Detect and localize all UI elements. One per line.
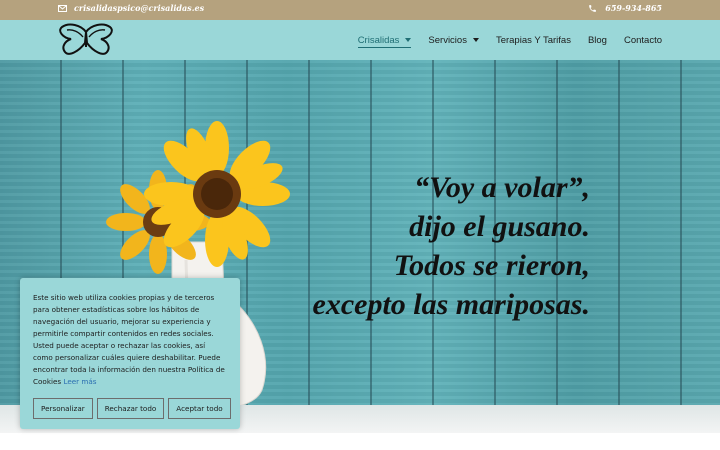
cookie-reject-button[interactable]: Rechazar todo [96, 398, 165, 419]
contact-phone[interactable]: 659-934-865 [588, 3, 662, 13]
cookie-buttons: Personalizar Rechazar todo Aceptar todo [33, 398, 231, 419]
cookie-customize-button[interactable]: Personalizar [33, 398, 93, 419]
cookie-message: Este sitio web utiliza cookies propias y… [33, 293, 225, 386]
quote-line: “Voy a volar”, [414, 171, 590, 204]
nav-item-terapias-y-tarifas[interactable]: Terapias Y Tarifas [496, 30, 571, 50]
contact-email[interactable]: crisalidaspsico@crisalidas.es [58, 3, 204, 13]
quote-line: excepto las mariposas. [312, 288, 591, 321]
cookie-accept-button[interactable]: Aceptar todo [168, 398, 231, 419]
nav-item-label[interactable]: Terapias Y Tarifas [496, 35, 571, 46]
active-underline [357, 47, 412, 48]
nav-item-contacto[interactable]: Contacto [624, 30, 662, 50]
contact-phone-text[interactable]: 659-934-865 [605, 3, 662, 13]
phone-icon [589, 4, 597, 12]
main-nav: Crisalidas Servicios Terapias Y Tarifas … [357, 20, 662, 60]
chevron-down-icon[interactable] [472, 38, 479, 42]
contact-email-text[interactable]: crisalidaspsico@crisalidas.es [74, 3, 204, 13]
nav-item-blog[interactable]: Blog [588, 30, 607, 50]
hero-quote: “Voy a volar”, dijo el gusano. Todos se … [313, 168, 591, 324]
butterfly-logo-icon[interactable] [57, 23, 115, 57]
nav-item-servicios[interactable]: Servicios [428, 30, 479, 50]
nav-item-crisalidas[interactable]: Crisalidas [357, 30, 412, 50]
cookie-read-more-link[interactable]: Leer más [63, 377, 96, 386]
cookie-consent-banner: Este sitio web utiliza cookies propias y… [20, 278, 240, 429]
main-navbar: Crisalidas Servicios Terapias Y Tarifas … [0, 20, 720, 60]
nav-item-label[interactable]: Crisalidas [358, 35, 400, 46]
cookie-consent-text: Este sitio web utiliza cookies propias y… [33, 292, 227, 388]
chevron-down-icon[interactable] [405, 38, 412, 42]
nav-item-label[interactable]: Blog [588, 35, 607, 46]
nav-item-label[interactable]: Contacto [624, 35, 662, 46]
top-contact-bar: crisalidaspsico@crisalidas.es 659-934-86… [0, 0, 720, 20]
nav-item-label[interactable]: Servicios [428, 35, 467, 46]
quote-line: Todos se rieron, [393, 249, 590, 282]
envelope-icon [58, 4, 67, 12]
quote-line: dijo el gusano. [409, 210, 590, 243]
